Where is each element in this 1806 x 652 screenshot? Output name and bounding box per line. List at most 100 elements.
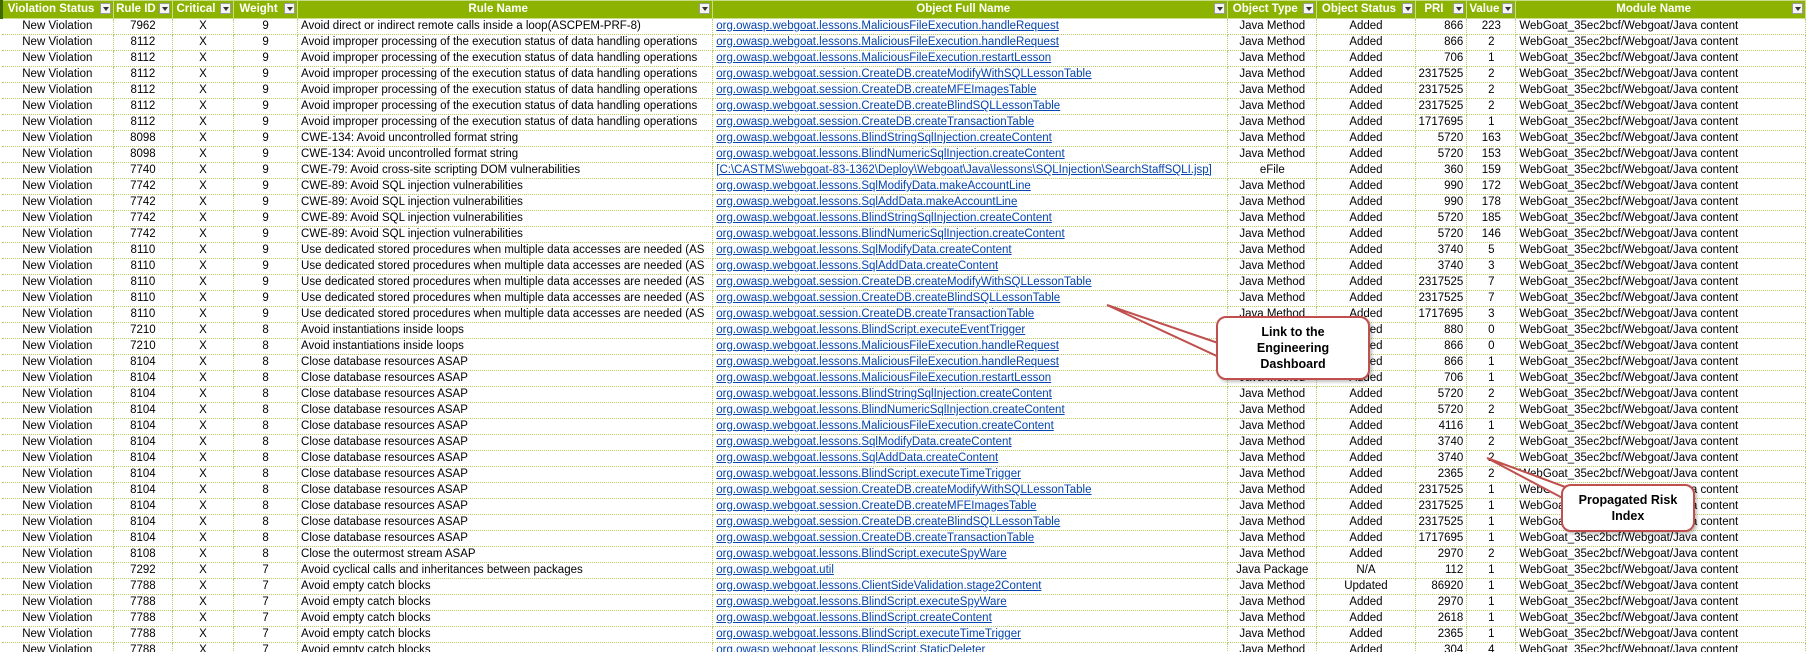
cell-rule_id: 8104	[113, 498, 173, 515]
column-header-module[interactable]: Module Name	[1515, 0, 1806, 19]
cell-object[interactable]: org.owasp.webgoat.lessons.SqlAddData.cre…	[712, 450, 1229, 467]
cell-object[interactable]: org.owasp.webgoat.session.CreateDB.creat…	[712, 98, 1229, 115]
cell-value: 172	[1466, 178, 1517, 195]
filter-dropdown-icon[interactable]	[1502, 3, 1514, 14]
cell-object[interactable]: org.owasp.webgoat.lessons.ClientSideVali…	[712, 578, 1229, 595]
cell-critical: X	[172, 610, 235, 627]
cell-status: New Violation	[1, 226, 115, 243]
cell-object[interactable]: org.owasp.webgoat.lessons.BlindStringSql…	[712, 130, 1229, 147]
filter-dropdown-icon[interactable]	[699, 3, 711, 14]
cell-value: 1	[1466, 418, 1517, 435]
filter-dropdown-icon[interactable]	[1214, 3, 1226, 14]
cell-module: WebGoat_35ec2bcf/Webgoat/Java content	[1515, 18, 1806, 35]
cell-object[interactable]: org.owasp.webgoat.lessons.SqlModifyData.…	[712, 178, 1229, 195]
cell-object[interactable]: org.owasp.webgoat.lessons.MaliciousFileE…	[712, 370, 1229, 387]
column-header-weight[interactable]: Weight	[233, 0, 299, 19]
filter-dropdown-icon[interactable]	[158, 3, 170, 14]
column-header-critical[interactable]: Critical	[171, 0, 235, 19]
cell-critical: X	[172, 50, 235, 67]
cell-rule_name: CWE-134: Avoid uncontrolled format strin…	[297, 130, 714, 147]
cell-object[interactable]: [C:\CASTMS\webgoat-83-1362\Deploy\Webgoa…	[712, 162, 1229, 179]
cell-pri: 1717695	[1415, 530, 1468, 547]
cell-rule_name: Avoid direct or indirect remote calls in…	[297, 18, 714, 35]
cell-object[interactable]: org.owasp.webgoat.lessons.MaliciousFileE…	[712, 34, 1229, 51]
cell-object[interactable]: org.owasp.webgoat.session.CreateDB.creat…	[712, 514, 1229, 531]
cell-obj_status: Added	[1316, 642, 1416, 652]
cell-object[interactable]: org.owasp.webgoat.session.CreateDB.creat…	[712, 482, 1229, 499]
cell-critical: X	[172, 626, 235, 643]
cell-obj_status: Added	[1316, 210, 1416, 227]
cell-object[interactable]: org.owasp.webgoat.lessons.BlindScript.St…	[712, 642, 1229, 652]
cell-object[interactable]: org.owasp.webgoat.lessons.SqlAddData.mak…	[712, 194, 1229, 211]
cell-object[interactable]: org.owasp.webgoat.lessons.BlindNumericSq…	[712, 402, 1229, 419]
cell-object[interactable]: org.owasp.webgoat.lessons.BlindScript.ex…	[712, 546, 1229, 563]
filter-dropdown-icon[interactable]	[100, 3, 112, 14]
filter-dropdown-icon[interactable]	[1453, 3, 1465, 14]
cell-weight: 8	[233, 450, 299, 467]
column-header-obj_status[interactable]: Object Status	[1316, 0, 1416, 19]
column-header-object[interactable]: Object Full Name	[712, 0, 1229, 19]
cell-object[interactable]: org.owasp.webgoat.lessons.SqlModifyData.…	[712, 434, 1229, 451]
cell-object[interactable]: org.owasp.webgoat.lessons.BlindScript.cr…	[712, 610, 1229, 627]
table-row: New Violation 8112 X 9 Avoid improper proces…	[1, 98, 1806, 115]
cell-object[interactable]: org.owasp.webgoat.lessons.MaliciousFileE…	[712, 338, 1229, 355]
column-header-rule_name[interactable]: Rule Name	[297, 0, 714, 19]
cell-object[interactable]: org.owasp.webgoat.lessons.SqlAddData.cre…	[712, 258, 1229, 275]
filter-dropdown-icon[interactable]	[284, 3, 296, 14]
cell-weight: 9	[233, 162, 299, 179]
cell-type: Java Method	[1227, 194, 1318, 211]
cell-pri: 86920	[1415, 578, 1468, 595]
cell-status: New Violation	[1, 130, 115, 147]
cell-object[interactable]: org.owasp.webgoat.session.CreateDB.creat…	[712, 306, 1229, 323]
cell-object[interactable]: org.owasp.webgoat.lessons.MaliciousFileE…	[712, 50, 1229, 67]
cell-object[interactable]: org.owasp.webgoat.lessons.BlindScript.ex…	[712, 594, 1229, 611]
table-row: New Violation 7740 X 9 CWE-79: Avoid cross-s…	[1, 162, 1806, 179]
cell-object[interactable]: org.owasp.webgoat.lessons.MaliciousFileE…	[712, 354, 1229, 371]
table-row: New Violation 7742 X 9 CWE-89: Avoid SQL inj…	[1, 210, 1806, 227]
cell-object[interactable]: org.owasp.webgoat.lessons.BlindStringSql…	[712, 386, 1229, 403]
cell-status: New Violation	[1, 290, 115, 307]
cell-object[interactable]: org.owasp.webgoat.lessons.BlindNumericSq…	[712, 226, 1229, 243]
cell-rule_id: 8112	[113, 114, 173, 131]
filter-dropdown-icon[interactable]	[1401, 3, 1413, 14]
cell-status: New Violation	[1, 82, 115, 99]
cell-object[interactable]: org.owasp.webgoat.lessons.MaliciousFileE…	[712, 418, 1229, 435]
cell-value: 1	[1466, 578, 1517, 595]
cell-obj_status: Added	[1316, 274, 1416, 291]
cell-object[interactable]: org.owasp.webgoat.lessons.BlindStringSql…	[712, 210, 1229, 227]
table-row: New Violation 8112 X 9 Avoid improper proces…	[1, 34, 1806, 51]
column-header-status[interactable]: Violation Status	[0, 0, 115, 19]
filter-dropdown-icon[interactable]	[1792, 3, 1803, 14]
cell-type: Java Method	[1227, 130, 1318, 147]
column-header-pri[interactable]: PRI	[1414, 0, 1468, 19]
cell-object[interactable]: org.owasp.webgoat.session.CreateDB.creat…	[712, 66, 1229, 83]
cell-rule_name: Use dedicated stored procedures when mul…	[297, 306, 714, 323]
column-header-type[interactable]: Object Type	[1227, 0, 1318, 19]
cell-object[interactable]: org.owasp.webgoat.session.CreateDB.creat…	[712, 114, 1229, 131]
cell-pri: 880	[1415, 322, 1468, 339]
cell-object[interactable]: org.owasp.webgoat.lessons.SqlModifyData.…	[712, 242, 1229, 259]
cell-pri: 3740	[1415, 434, 1468, 451]
column-header-value[interactable]: Value	[1466, 0, 1517, 19]
cell-value: 1	[1466, 626, 1517, 643]
cell-object[interactable]: org.owasp.webgoat.session.CreateDB.creat…	[712, 290, 1229, 307]
cell-module: WebGoat_35ec2bcf/Webgoat/Java content	[1515, 130, 1806, 147]
cell-object[interactable]: org.owasp.webgoat.lessons.MaliciousFileE…	[712, 18, 1229, 35]
cell-object[interactable]: org.owasp.webgoat.lessons.BlindScript.ex…	[712, 626, 1229, 643]
cell-object[interactable]: org.owasp.webgoat.lessons.BlindScript.ex…	[712, 466, 1229, 483]
column-header-rule_id[interactable]: Rule ID	[113, 0, 173, 19]
cell-object[interactable]: org.owasp.webgoat.util	[712, 562, 1229, 579]
filter-dropdown-icon[interactable]	[1303, 3, 1315, 14]
cell-weight: 9	[233, 178, 299, 195]
table-row: New Violation 8098 X 9 CWE-134: Avoid uncont…	[1, 130, 1806, 147]
cell-type: Java Method	[1227, 18, 1318, 35]
filter-dropdown-icon[interactable]	[220, 3, 232, 14]
cell-rule_name: Close database resources ASAP	[297, 354, 714, 371]
cell-object[interactable]: org.owasp.webgoat.lessons.BlindNumericSq…	[712, 146, 1229, 163]
column-header-label: Violation Status	[7, 3, 95, 15]
cell-object[interactable]: org.owasp.webgoat.session.CreateDB.creat…	[712, 82, 1229, 99]
cell-object[interactable]: org.owasp.webgoat.session.CreateDB.creat…	[712, 498, 1229, 515]
cell-object[interactable]: org.owasp.webgoat.lessons.BlindScript.ex…	[712, 322, 1229, 339]
cell-object[interactable]: org.owasp.webgoat.session.CreateDB.creat…	[712, 274, 1229, 291]
cell-object[interactable]: org.owasp.webgoat.session.CreateDB.creat…	[712, 530, 1229, 547]
